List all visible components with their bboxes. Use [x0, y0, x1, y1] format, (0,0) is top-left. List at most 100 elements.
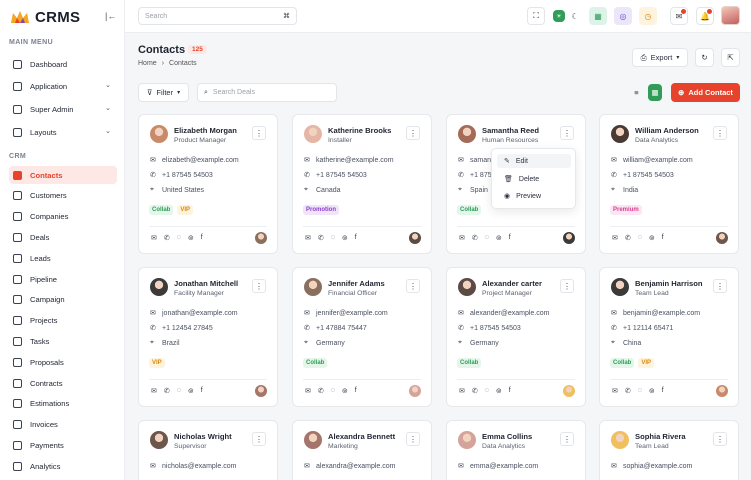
sidebar-item-companies[interactable]: Companies: [9, 208, 117, 226]
mail-icon[interactable]: ✉: [459, 387, 465, 395]
more-options-icon[interactable]: ⋮: [406, 432, 420, 446]
owner-avatar[interactable]: [716, 232, 728, 244]
filter-button[interactable]: ⊽ Filter ▾: [138, 83, 189, 102]
menu-item-preview[interactable]: ◉ Preview: [497, 189, 571, 203]
settings-icon[interactable]: ◎: [614, 7, 632, 25]
skype-icon[interactable]: ⊚: [188, 234, 194, 242]
contact-name[interactable]: Samantha Reed: [482, 126, 539, 135]
mail-icon[interactable]: ✉: [305, 234, 311, 242]
sidebar-item-analytics[interactable]: Analytics: [9, 457, 117, 475]
sidebar-item-projects[interactable]: Projects: [9, 312, 117, 330]
facebook-icon[interactable]: f: [662, 387, 664, 395]
contact-avatar[interactable]: [458, 431, 476, 449]
contact-name[interactable]: Jennifer Adams: [328, 279, 385, 288]
sidebar-item-estimations[interactable]: Estimations: [9, 395, 117, 413]
phone-icon[interactable]: ✆: [164, 234, 170, 242]
contact-card[interactable]: Katherine Brooks Installer ⋮ ✉ katherine@exa…: [292, 114, 432, 254]
more-options-icon[interactable]: ⋮: [406, 279, 420, 293]
sidebar-item-super-admin[interactable]: Super Admin ⌄: [9, 100, 117, 118]
contact-name[interactable]: Alexandra Bennett: [328, 432, 395, 441]
skype-icon[interactable]: ⊚: [188, 387, 194, 395]
contact-name[interactable]: Katherine Brooks: [328, 126, 391, 135]
contact-card[interactable]: William Anderson Data Analytics ⋮ ✉ william@…: [599, 114, 739, 254]
facebook-icon[interactable]: f: [509, 234, 511, 242]
sidebar-item-customers[interactable]: Customers: [9, 187, 117, 205]
more-options-icon[interactable]: ⋮: [713, 279, 727, 293]
phone-icon[interactable]: ✆: [472, 387, 478, 395]
more-options-icon[interactable]: ⋮: [560, 126, 574, 140]
owner-avatar[interactable]: [255, 232, 267, 244]
contact-avatar[interactable]: [150, 125, 168, 143]
contact-avatar[interactable]: [150, 431, 168, 449]
brand-logo[interactable]: CRMS: [10, 6, 80, 28]
refresh-button[interactable]: ↻: [695, 48, 714, 67]
contact-card[interactable]: Jonathan Mitchell Facility Manager ⋮ ✉ jonat…: [138, 267, 278, 407]
sidebar-item-dashboard[interactable]: Dashboard: [9, 55, 117, 73]
light-mode-icon[interactable]: ☀: [553, 10, 565, 22]
more-options-icon[interactable]: ⋮: [560, 279, 574, 293]
chat-icon[interactable]: ◌: [638, 387, 642, 395]
mail-icon[interactable]: ✉: [612, 234, 618, 242]
contact-name[interactable]: Elizabeth Morgan: [174, 126, 237, 135]
contact-avatar[interactable]: [304, 125, 322, 143]
skype-icon[interactable]: ⊚: [342, 387, 348, 395]
facebook-icon[interactable]: f: [201, 234, 203, 242]
grid-apps-icon[interactable]: ▦: [589, 7, 607, 25]
sidebar-item-application[interactable]: Application ⌄: [9, 77, 117, 95]
owner-avatar[interactable]: [409, 385, 421, 397]
contact-card[interactable]: Alexandra Bennett Marketing ⋮ ✉ alexandra@ex…: [292, 420, 432, 480]
facebook-icon[interactable]: f: [355, 234, 357, 242]
skype-icon[interactable]: ⊚: [342, 234, 348, 242]
dark-mode-icon[interactable]: ☾: [566, 7, 584, 25]
chat-icon[interactable]: ◌: [638, 234, 642, 242]
contact-name[interactable]: Nicholas Wright: [174, 432, 232, 441]
contact-name[interactable]: Sophia Rivera: [635, 432, 686, 441]
contact-card[interactable]: Nicholas Wright Supervisor ⋮ ✉ nicholas@exam…: [138, 420, 278, 480]
owner-avatar[interactable]: [409, 232, 421, 244]
contact-avatar[interactable]: [458, 278, 476, 296]
contact-name[interactable]: Alexander carter: [482, 279, 542, 288]
facebook-icon[interactable]: f: [509, 387, 511, 395]
sidebar-item-leads[interactable]: Leads: [9, 249, 117, 267]
sidebar-item-proposals[interactable]: Proposals: [9, 353, 117, 371]
more-options-icon[interactable]: ⋮: [252, 432, 266, 446]
contact-avatar[interactable]: [458, 125, 476, 143]
collapse-sidebar-icon[interactable]: |←: [105, 11, 116, 21]
phone-icon[interactable]: ✆: [472, 234, 478, 242]
contact-avatar[interactable]: [304, 278, 322, 296]
more-options-icon[interactable]: ⋮: [713, 432, 727, 446]
owner-avatar[interactable]: [563, 232, 575, 244]
mail-icon[interactable]: ✉: [305, 387, 311, 395]
contact-card[interactable]: Emma Collins Data Analytics ⋮ ✉ emma@example…: [446, 420, 586, 480]
menu-item-edit[interactable]: ✎ Edit: [497, 154, 571, 168]
sidebar-item-payments[interactable]: Payments: [9, 436, 117, 454]
skype-icon[interactable]: ⊚: [496, 234, 502, 242]
mail-icon[interactable]: ✉: [151, 387, 157, 395]
sidebar-item-tasks[interactable]: Tasks: [9, 332, 117, 350]
more-options-icon[interactable]: ⋮: [713, 126, 727, 140]
sidebar-item-deals[interactable]: Deals: [9, 228, 117, 246]
phone-icon[interactable]: ✆: [625, 387, 631, 395]
more-options-icon[interactable]: ⋮: [560, 432, 574, 446]
clock-icon[interactable]: ◷: [639, 7, 657, 25]
add-contact-button[interactable]: ⊕ Add Contact: [671, 83, 740, 102]
contact-card[interactable]: Jennifer Adams Financial Officer ⋮ ✉ jennife…: [292, 267, 432, 407]
grid-view-button[interactable]: ▦: [648, 84, 662, 101]
chat-icon[interactable]: ◌: [331, 234, 335, 242]
contact-avatar[interactable]: [611, 125, 629, 143]
sidebar-item-campaign[interactable]: Campaign: [9, 291, 117, 309]
contact-avatar[interactable]: [304, 431, 322, 449]
sidebar-item-contracts[interactable]: Contracts: [9, 374, 117, 392]
skype-icon[interactable]: ⊚: [649, 234, 655, 242]
chat-icon[interactable]: ◌: [177, 387, 181, 395]
deals-search-input[interactable]: ⌕ Search Deals: [197, 83, 337, 102]
skype-icon[interactable]: ⊚: [496, 387, 502, 395]
contact-avatar[interactable]: [150, 278, 168, 296]
mail-icon[interactable]: ✉: [151, 234, 157, 242]
contact-card[interactable]: Elizabeth Morgan Product Manager ⋮ ✉ elizabe…: [138, 114, 278, 254]
skype-icon[interactable]: ⊚: [649, 387, 655, 395]
contact-avatar[interactable]: [611, 278, 629, 296]
contact-name[interactable]: Emma Collins: [482, 432, 532, 441]
sidebar-item-invoices[interactable]: Invoices: [9, 416, 117, 434]
chat-icon[interactable]: ◌: [485, 234, 489, 242]
